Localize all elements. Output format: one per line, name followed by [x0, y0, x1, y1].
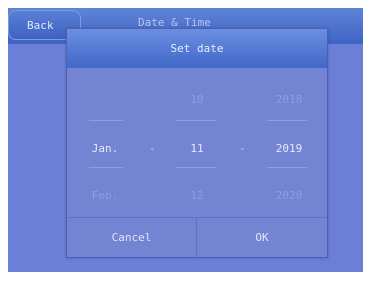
ok-button[interactable]: OK	[197, 218, 327, 258]
day-next[interactable]: 12	[175, 189, 219, 202]
month-selection-line-bottom	[89, 167, 123, 168]
separator: -	[239, 142, 246, 155]
day-prev[interactable]: 10	[175, 93, 219, 106]
year-selection-line-bottom	[267, 167, 307, 168]
separator: -	[149, 142, 156, 155]
device-screen: Back Date & Time Set date Jan. Feb. - 10…	[8, 8, 363, 272]
dialog-button-row: Cancel OK	[67, 217, 327, 258]
year-prev[interactable]: 2018	[264, 93, 314, 106]
day-picker[interactable]: 11	[175, 142, 219, 155]
year-selection-line-top	[267, 120, 307, 121]
day-selection-line-top	[176, 120, 216, 121]
day-selection-line-bottom	[176, 167, 216, 168]
cancel-button[interactable]: Cancel	[67, 218, 196, 258]
year-next[interactable]: 2020	[264, 189, 314, 202]
set-date-dialog: Set date Jan. Feb. - 10 11 12 - 2018 201…	[66, 28, 328, 258]
month-selection-line-top	[89, 120, 123, 121]
dialog-title: Set date	[67, 29, 327, 68]
month-next[interactable]: Feb.	[83, 189, 127, 202]
month-picker[interactable]: Jan.	[83, 142, 127, 155]
year-picker[interactable]: 2019	[264, 142, 314, 155]
